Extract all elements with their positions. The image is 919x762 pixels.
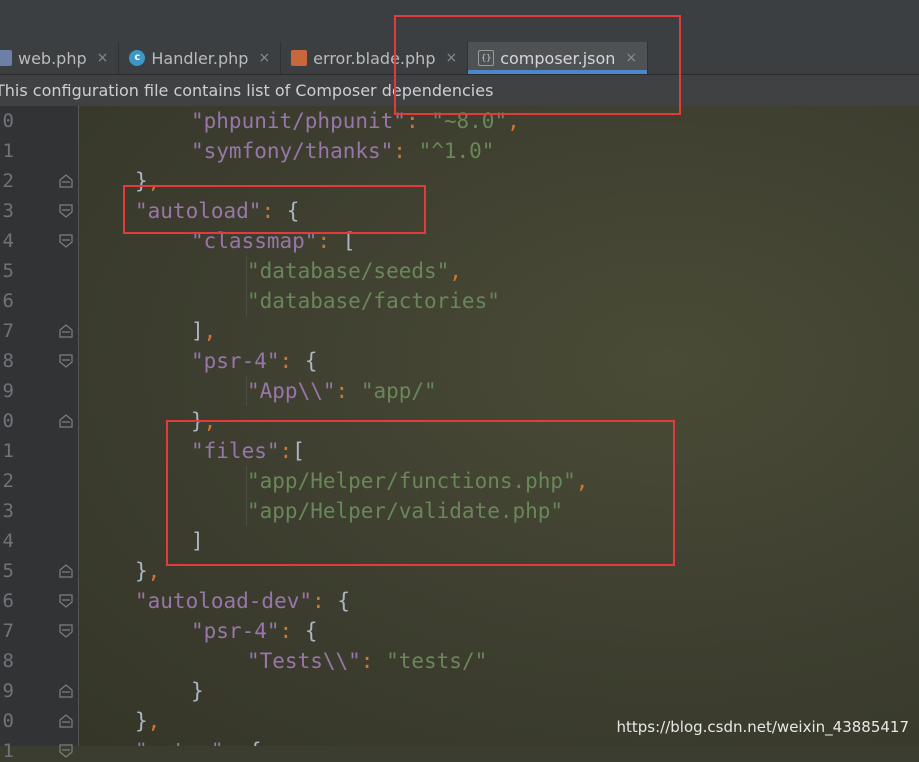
code-token: } <box>135 559 148 583</box>
code-token: "Tests\\" <box>247 649 361 673</box>
fold-marker-icon[interactable] <box>59 174 73 188</box>
line-number: 0 <box>0 410 14 432</box>
code-token: "database/seeds" <box>247 259 449 283</box>
line-number: 9 <box>0 380 14 402</box>
code-token: : <box>280 619 305 643</box>
fold-marker-icon[interactable] <box>59 204 73 218</box>
highlight-box-files <box>166 420 675 566</box>
code-token: "database/factories" <box>247 289 500 313</box>
code-token: , <box>449 259 462 283</box>
code-line[interactable]: "App\\": "app/" <box>247 376 437 406</box>
code-token: "^1.0" <box>419 139 495 163</box>
code-line[interactable]: "autoload-dev": { <box>135 586 350 616</box>
fold-marker-icon[interactable] <box>59 564 73 578</box>
code-token: , <box>204 319 217 343</box>
fold-marker-icon[interactable] <box>59 744 73 758</box>
code-token: "tests/" <box>386 649 487 673</box>
fold-marker-icon[interactable] <box>59 624 73 638</box>
indent-guide <box>246 376 247 406</box>
tab-handler-php[interactable]: c Handler.php × <box>119 42 281 74</box>
code-token: { <box>305 349 318 373</box>
line-number: 2 <box>0 470 14 492</box>
code-token: : <box>361 649 386 673</box>
line-number: 5 <box>0 560 14 582</box>
code-token: "extra" <box>135 739 224 746</box>
fold-marker-icon[interactable] <box>59 714 73 728</box>
watermark: https://blog.csdn.net/weixin_43885417 <box>616 718 909 736</box>
code-token: : <box>280 349 305 373</box>
code-line[interactable]: } <box>191 676 204 706</box>
fold-marker-icon[interactable] <box>59 354 73 368</box>
line-number: 0 <box>0 110 14 132</box>
highlight-box-autoload <box>123 185 426 234</box>
line-number: 6 <box>0 590 14 612</box>
code-token: "App\\" <box>247 379 336 403</box>
fold-marker-icon[interactable] <box>59 234 73 248</box>
code-token: : <box>336 379 361 403</box>
highlight-box-tab <box>394 15 681 115</box>
code-token: , <box>148 709 161 733</box>
blade-file-icon <box>291 50 307 66</box>
line-number: 7 <box>0 620 14 642</box>
line-number: 8 <box>0 650 14 672</box>
code-token: ] <box>191 319 204 343</box>
tab-label: web.php <box>18 49 87 68</box>
line-number: 8 <box>0 350 14 372</box>
line-number: 6 <box>0 290 14 312</box>
fold-marker-icon[interactable] <box>59 684 73 698</box>
code-line[interactable]: "symfony/thanks": "^1.0" <box>191 136 494 166</box>
code-token: "psr-4" <box>191 619 280 643</box>
line-number: 1 <box>0 740 14 762</box>
line-number: 2 <box>0 170 14 192</box>
code-token: "phpunit/phpunit" <box>191 109 406 133</box>
line-number: 4 <box>0 230 14 252</box>
code-token: : <box>312 589 337 613</box>
line-number-gutter[interactable]: 0123456789012345678901 <box>0 106 79 746</box>
line-number: 1 <box>0 440 14 462</box>
code-line[interactable]: }, <box>135 556 160 586</box>
code-line[interactable]: "database/factories" <box>247 286 500 316</box>
code-token: "symfony/thanks" <box>191 139 393 163</box>
php-file-icon <box>0 50 12 66</box>
code-token: , <box>148 559 161 583</box>
line-number: 3 <box>0 500 14 522</box>
code-line[interactable]: "database/seeds", <box>247 256 462 286</box>
code-token: { <box>249 739 262 746</box>
line-number: 5 <box>0 260 14 282</box>
close-icon[interactable]: × <box>97 50 109 66</box>
line-number: 0 <box>0 710 14 732</box>
code-token: } <box>191 679 204 703</box>
class-icon: c <box>129 50 145 66</box>
code-line[interactable]: "psr-4": { <box>191 616 317 646</box>
tab-web-php[interactable]: web.php × <box>0 42 119 74</box>
fold-marker-icon[interactable] <box>59 594 73 608</box>
line-number: 9 <box>0 680 14 702</box>
code-token: { <box>305 619 318 643</box>
code-token: "app/" <box>361 379 437 403</box>
code-token: } <box>135 709 148 733</box>
code-line[interactable]: "Tests\\": "tests/" <box>247 646 487 676</box>
fold-marker-icon[interactable] <box>59 324 73 338</box>
line-number: 4 <box>0 530 14 552</box>
fold-marker-icon[interactable] <box>59 414 73 428</box>
code-token: "psr-4" <box>191 349 280 373</box>
code-token: { <box>337 589 350 613</box>
line-number: 7 <box>0 320 14 342</box>
code-line[interactable]: "psr-4": { <box>191 346 317 376</box>
indent-guide <box>246 256 247 316</box>
line-number: 1 <box>0 140 14 162</box>
close-icon[interactable]: × <box>258 50 270 66</box>
tab-label: Handler.php <box>151 49 248 68</box>
code-token: : <box>393 139 418 163</box>
code-line[interactable]: ], <box>191 316 216 346</box>
line-number: 3 <box>0 200 14 222</box>
code-line[interactable]: }, <box>135 706 160 736</box>
code-token: "autoload-dev" <box>135 589 312 613</box>
code-line[interactable]: "extra": { <box>135 736 261 746</box>
code-token: : <box>224 739 249 746</box>
